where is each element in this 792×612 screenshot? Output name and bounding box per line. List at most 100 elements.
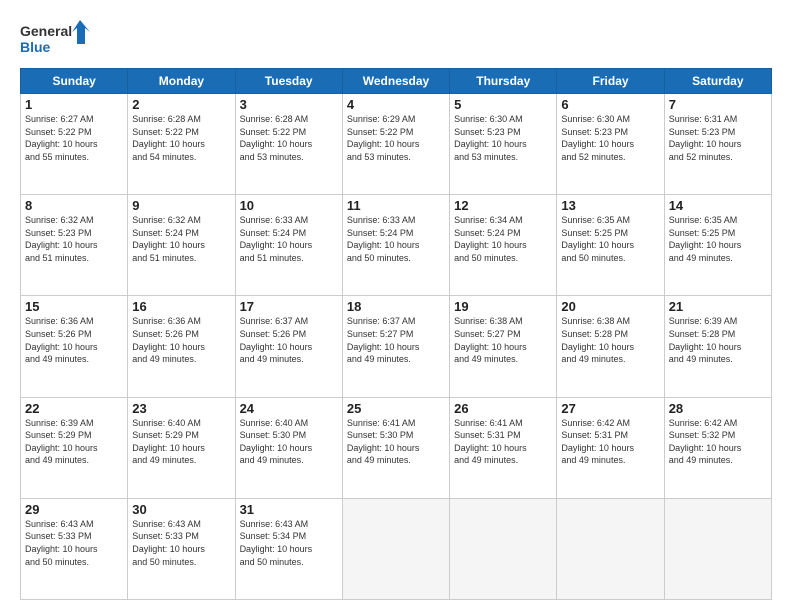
logo-svg: General Blue	[20, 16, 90, 60]
day-info: Sunrise: 6:42 AMSunset: 5:32 PMDaylight:…	[669, 417, 767, 467]
calendar-cell: 16 Sunrise: 6:36 AMSunset: 5:26 PMDaylig…	[128, 296, 235, 397]
day-number: 30	[132, 502, 230, 517]
calendar-cell: 12 Sunrise: 6:34 AMSunset: 5:24 PMDaylig…	[450, 195, 557, 296]
day-info: Sunrise: 6:27 AMSunset: 5:22 PMDaylight:…	[25, 113, 123, 163]
day-info: Sunrise: 6:29 AMSunset: 5:22 PMDaylight:…	[347, 113, 445, 163]
day-number: 10	[240, 198, 338, 213]
day-info: Sunrise: 6:34 AMSunset: 5:24 PMDaylight:…	[454, 214, 552, 264]
day-info: Sunrise: 6:35 AMSunset: 5:25 PMDaylight:…	[669, 214, 767, 264]
calendar-cell: 19 Sunrise: 6:38 AMSunset: 5:27 PMDaylig…	[450, 296, 557, 397]
calendar-cell: 1 Sunrise: 6:27 AMSunset: 5:22 PMDayligh…	[21, 94, 128, 195]
day-number: 4	[347, 97, 445, 112]
calendar-cell	[557, 498, 664, 599]
calendar-cell: 11 Sunrise: 6:33 AMSunset: 5:24 PMDaylig…	[342, 195, 449, 296]
calendar-week-5: 29 Sunrise: 6:43 AMSunset: 5:33 PMDaylig…	[21, 498, 772, 599]
dow-header-sunday: Sunday	[21, 69, 128, 94]
day-number: 9	[132, 198, 230, 213]
day-info: Sunrise: 6:37 AMSunset: 5:27 PMDaylight:…	[347, 315, 445, 365]
calendar-cell: 13 Sunrise: 6:35 AMSunset: 5:25 PMDaylig…	[557, 195, 664, 296]
day-info: Sunrise: 6:33 AMSunset: 5:24 PMDaylight:…	[240, 214, 338, 264]
day-number: 19	[454, 299, 552, 314]
day-number: 27	[561, 401, 659, 416]
calendar-cell: 21 Sunrise: 6:39 AMSunset: 5:28 PMDaylig…	[664, 296, 771, 397]
page: General Blue SundayMondayTuesdayWednesda…	[0, 0, 792, 612]
calendar-cell: 31 Sunrise: 6:43 AMSunset: 5:34 PMDaylig…	[235, 498, 342, 599]
day-info: Sunrise: 6:31 AMSunset: 5:23 PMDaylight:…	[669, 113, 767, 163]
day-number: 17	[240, 299, 338, 314]
calendar-cell: 14 Sunrise: 6:35 AMSunset: 5:25 PMDaylig…	[664, 195, 771, 296]
day-info: Sunrise: 6:36 AMSunset: 5:26 PMDaylight:…	[132, 315, 230, 365]
day-number: 29	[25, 502, 123, 517]
dow-header-wednesday: Wednesday	[342, 69, 449, 94]
day-info: Sunrise: 6:41 AMSunset: 5:31 PMDaylight:…	[454, 417, 552, 467]
svg-text:Blue: Blue	[20, 39, 51, 55]
logo: General Blue	[20, 16, 90, 60]
day-info: Sunrise: 6:43 AMSunset: 5:33 PMDaylight:…	[132, 518, 230, 568]
day-info: Sunrise: 6:28 AMSunset: 5:22 PMDaylight:…	[240, 113, 338, 163]
day-number: 7	[669, 97, 767, 112]
day-number: 25	[347, 401, 445, 416]
calendar-cell: 28 Sunrise: 6:42 AMSunset: 5:32 PMDaylig…	[664, 397, 771, 498]
day-info: Sunrise: 6:43 AMSunset: 5:34 PMDaylight:…	[240, 518, 338, 568]
calendar-cell: 7 Sunrise: 6:31 AMSunset: 5:23 PMDayligh…	[664, 94, 771, 195]
day-info: Sunrise: 6:35 AMSunset: 5:25 PMDaylight:…	[561, 214, 659, 264]
day-info: Sunrise: 6:41 AMSunset: 5:30 PMDaylight:…	[347, 417, 445, 467]
calendar-cell	[664, 498, 771, 599]
day-number: 28	[669, 401, 767, 416]
calendar-cell: 25 Sunrise: 6:41 AMSunset: 5:30 PMDaylig…	[342, 397, 449, 498]
dow-header-thursday: Thursday	[450, 69, 557, 94]
calendar-cell: 18 Sunrise: 6:37 AMSunset: 5:27 PMDaylig…	[342, 296, 449, 397]
calendar-body: 1 Sunrise: 6:27 AMSunset: 5:22 PMDayligh…	[21, 94, 772, 600]
day-of-week-header: SundayMondayTuesdayWednesdayThursdayFrid…	[21, 69, 772, 94]
day-number: 16	[132, 299, 230, 314]
calendar-cell: 30 Sunrise: 6:43 AMSunset: 5:33 PMDaylig…	[128, 498, 235, 599]
day-number: 5	[454, 97, 552, 112]
day-info: Sunrise: 6:39 AMSunset: 5:28 PMDaylight:…	[669, 315, 767, 365]
day-info: Sunrise: 6:28 AMSunset: 5:22 PMDaylight:…	[132, 113, 230, 163]
calendar-cell: 24 Sunrise: 6:40 AMSunset: 5:30 PMDaylig…	[235, 397, 342, 498]
day-info: Sunrise: 6:30 AMSunset: 5:23 PMDaylight:…	[561, 113, 659, 163]
day-number: 15	[25, 299, 123, 314]
calendar-cell: 27 Sunrise: 6:42 AMSunset: 5:31 PMDaylig…	[557, 397, 664, 498]
calendar-cell: 29 Sunrise: 6:43 AMSunset: 5:33 PMDaylig…	[21, 498, 128, 599]
calendar-week-2: 8 Sunrise: 6:32 AMSunset: 5:23 PMDayligh…	[21, 195, 772, 296]
calendar-cell: 4 Sunrise: 6:29 AMSunset: 5:22 PMDayligh…	[342, 94, 449, 195]
calendar-cell: 9 Sunrise: 6:32 AMSunset: 5:24 PMDayligh…	[128, 195, 235, 296]
day-number: 22	[25, 401, 123, 416]
day-info: Sunrise: 6:36 AMSunset: 5:26 PMDaylight:…	[25, 315, 123, 365]
day-number: 20	[561, 299, 659, 314]
day-number: 21	[669, 299, 767, 314]
calendar-cell: 8 Sunrise: 6:32 AMSunset: 5:23 PMDayligh…	[21, 195, 128, 296]
dow-header-friday: Friday	[557, 69, 664, 94]
day-number: 1	[25, 97, 123, 112]
calendar-cell: 23 Sunrise: 6:40 AMSunset: 5:29 PMDaylig…	[128, 397, 235, 498]
day-number: 12	[454, 198, 552, 213]
calendar-cell: 20 Sunrise: 6:38 AMSunset: 5:28 PMDaylig…	[557, 296, 664, 397]
day-info: Sunrise: 6:32 AMSunset: 5:23 PMDaylight:…	[25, 214, 123, 264]
calendar-cell: 6 Sunrise: 6:30 AMSunset: 5:23 PMDayligh…	[557, 94, 664, 195]
day-number: 31	[240, 502, 338, 517]
day-info: Sunrise: 6:32 AMSunset: 5:24 PMDaylight:…	[132, 214, 230, 264]
day-info: Sunrise: 6:33 AMSunset: 5:24 PMDaylight:…	[347, 214, 445, 264]
svg-text:General: General	[20, 23, 72, 39]
calendar-week-4: 22 Sunrise: 6:39 AMSunset: 5:29 PMDaylig…	[21, 397, 772, 498]
calendar-week-3: 15 Sunrise: 6:36 AMSunset: 5:26 PMDaylig…	[21, 296, 772, 397]
calendar-cell: 10 Sunrise: 6:33 AMSunset: 5:24 PMDaylig…	[235, 195, 342, 296]
day-number: 6	[561, 97, 659, 112]
calendar-cell: 17 Sunrise: 6:37 AMSunset: 5:26 PMDaylig…	[235, 296, 342, 397]
day-number: 26	[454, 401, 552, 416]
day-number: 23	[132, 401, 230, 416]
day-info: Sunrise: 6:37 AMSunset: 5:26 PMDaylight:…	[240, 315, 338, 365]
day-number: 8	[25, 198, 123, 213]
day-info: Sunrise: 6:42 AMSunset: 5:31 PMDaylight:…	[561, 417, 659, 467]
calendar-cell: 3 Sunrise: 6:28 AMSunset: 5:22 PMDayligh…	[235, 94, 342, 195]
day-number: 2	[132, 97, 230, 112]
calendar-cell: 2 Sunrise: 6:28 AMSunset: 5:22 PMDayligh…	[128, 94, 235, 195]
day-number: 18	[347, 299, 445, 314]
calendar-cell: 26 Sunrise: 6:41 AMSunset: 5:31 PMDaylig…	[450, 397, 557, 498]
day-info: Sunrise: 6:43 AMSunset: 5:33 PMDaylight:…	[25, 518, 123, 568]
dow-header-tuesday: Tuesday	[235, 69, 342, 94]
calendar-cell: 22 Sunrise: 6:39 AMSunset: 5:29 PMDaylig…	[21, 397, 128, 498]
day-info: Sunrise: 6:40 AMSunset: 5:30 PMDaylight:…	[240, 417, 338, 467]
calendar-week-1: 1 Sunrise: 6:27 AMSunset: 5:22 PMDayligh…	[21, 94, 772, 195]
